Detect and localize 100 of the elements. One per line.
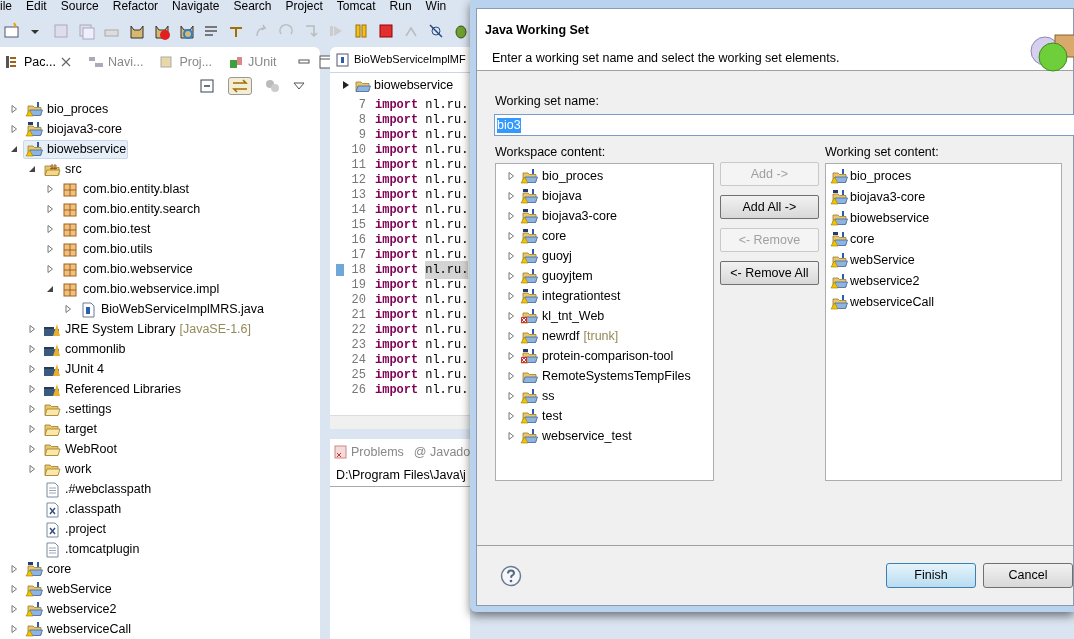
menu-item[interactable]: Edit [26,0,47,14]
menu-item[interactable]: ile [0,0,12,14]
pause-icon[interactable] [352,22,370,41]
tree-item[interactable]: .classpath [41,499,124,519]
tree-item[interactable]: core [23,559,74,579]
tree-item[interactable]: target [41,419,99,439]
menu-item[interactable]: Tomcat [336,0,376,14]
panel-tab[interactable]: Problems [334,442,404,462]
list-item[interactable]: webserviceCall [826,292,1061,313]
collapse-arrow-icon[interactable] [9,144,19,154]
expand-arrow-icon[interactable] [27,324,37,334]
list-item[interactable]: webService [826,250,1061,271]
link-editor-button[interactable] [228,77,252,95]
expand-arrow-icon[interactable] [9,564,19,574]
list-item[interactable]: biojava [520,186,582,206]
list-item[interactable]: webservice_test [520,426,632,446]
tree-item[interactable]: webService [23,579,114,599]
view-tab[interactable]: Navi... [83,50,148,74]
menu-item[interactable]: Search [233,0,272,14]
new-icon[interactable] [2,22,20,41]
tree-item[interactable]: .#webclasspath [41,479,154,499]
expand-arrow-icon[interactable] [27,344,37,354]
expand-arrow-icon[interactable] [27,364,37,374]
maximize-icon[interactable] [318,55,333,69]
expand-arrow-icon[interactable] [27,404,37,414]
tree-item[interactable]: biojava3-core [23,119,125,139]
working-sets-icon[interactable] [264,78,280,94]
list-item[interactable]: test [520,406,563,426]
menu-item[interactable]: Win [425,0,447,14]
expand-arrow-icon[interactable] [45,264,55,274]
tree-item[interactable]: com.bio.entity.blast [59,179,192,199]
tree-item[interactable]: Referenced Libraries [41,379,184,399]
menu-item[interactable]: Run [389,0,412,14]
expand-arrow-icon[interactable] [63,304,73,314]
list-item[interactable]: guoyj [520,246,572,266]
expand-arrow-icon[interactable] [27,384,37,394]
tree-item[interactable]: bio_proces [23,99,111,119]
expand-arrow-icon[interactable] [27,444,37,454]
list-item[interactable]: newrdf [trunk] [520,326,619,346]
dialog-button[interactable]: Cancel [983,563,1073,588]
list-item[interactable]: guoyjtem [520,266,593,286]
tree-item[interactable]: JUnit 4 [41,359,106,379]
menu-item[interactable]: Refactor [112,0,159,14]
view-tab[interactable]: Proj... [155,50,217,74]
list-item[interactable]: biojava3-core [520,206,618,226]
list-item[interactable]: core [826,229,1061,250]
list-item[interactable]: ss [520,386,555,406]
horizontal-scrollbar[interactable] [330,415,470,429]
tree-item[interactable]: webservice2 [23,599,119,619]
working-set-content-list[interactable]: bio_proces biojava3-core biowebservice core webService webservice2 webserviceCall [825,163,1062,481]
help-icon[interactable] [500,564,522,587]
collapse-all-icon[interactable] [200,78,216,94]
menu-item[interactable]: Source [60,0,99,14]
expand-arrow-icon[interactable] [45,244,55,254]
breadcrumb-item[interactable]: biowebservice [353,75,454,95]
close-icon[interactable] [59,56,72,68]
tree-item[interactable]: .tomcatplugin [41,539,142,559]
expand-arrow-icon[interactable] [9,124,19,134]
list-item[interactable]: biowebservice [826,208,1061,229]
tree-item[interactable]: com.bio.webservice.impl [59,279,222,299]
dialog-button[interactable]: Add All -> [719,195,820,219]
list-item[interactable]: integrationtest [520,286,621,306]
expand-arrow-icon[interactable] [45,184,55,194]
menu-item[interactable]: Project [285,0,323,14]
expand-arrow-icon[interactable] [9,584,19,594]
tree-item[interactable]: src [41,159,84,179]
tree-item[interactable]: work [41,459,94,479]
expand-arrow-icon[interactable] [27,424,37,434]
expand-arrow-icon[interactable] [9,624,19,634]
expand-arrow-icon[interactable] [27,464,37,474]
tree-item[interactable]: WebRoot [41,439,119,459]
view-tab[interactable]: JUnit [224,50,281,74]
menu-item[interactable]: Navigate [172,0,220,14]
expand-arrow-icon[interactable] [45,224,55,234]
breadcrumb-arrow-icon[interactable] [342,80,350,90]
dialog-button[interactable]: <- Remove All [719,261,820,285]
list-item[interactable]: protein-comparison-tool [520,346,674,366]
tree-item[interactable]: biowebservice [23,139,129,159]
workspace-content-list[interactable]: bio_proces biojava biojava3-core core guoyj guoyjtem integrationtest kl_tnt_Web newrdf [trunk] protein-comparison-tool RemoteSystemsTempFiles ss test webservice_test [495,163,714,481]
collapse-arrow-icon[interactable] [27,164,37,174]
panel-tab[interactable]: @ Javado [413,442,471,462]
tree-item[interactable]: BioWebServiceImplMRS.java [77,299,267,319]
expand-arrow-icon[interactable] [9,104,19,114]
stop-icon[interactable] [377,22,395,41]
tree-item[interactable]: commonlib [41,339,128,359]
list-item[interactable]: biojava3-core [826,187,1061,208]
list-item[interactable]: bio_proces [826,166,1061,187]
tree-item[interactable]: JRE System Library [JavaSE-1.6] [41,319,254,339]
expand-arrow-icon[interactable] [9,604,19,614]
list-item[interactable]: bio_proces [520,166,604,186]
list-item[interactable]: RemoteSystemsTempFiles [520,366,691,386]
expand-arrow-icon[interactable] [45,204,55,214]
tree-item[interactable]: webserviceCall [23,619,134,639]
save-all-icon[interactable] [77,22,95,41]
tree-item[interactable]: com.bio.utils [59,239,155,259]
tree-item[interactable]: com.bio.entity.search [59,199,203,219]
tree-item[interactable]: com.bio.test [59,219,153,239]
editor-tab[interactable]: BioWebServiceImplMF [336,51,466,68]
collapse-arrow-icon[interactable] [45,284,55,294]
list-item[interactable]: webservice2 [826,271,1061,292]
